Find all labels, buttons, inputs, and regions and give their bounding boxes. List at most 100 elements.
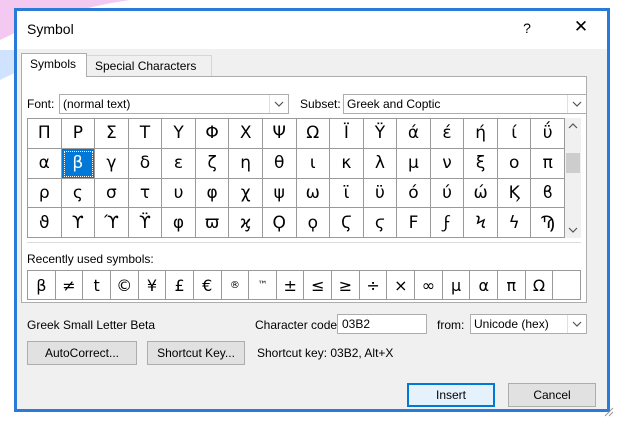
- recent-symbol-cell[interactable]: ≥: [332, 271, 360, 300]
- symbol-cell[interactable]: υ: [162, 178, 196, 209]
- symbol-cell[interactable]: ϗ: [229, 208, 263, 238]
- symbol-cell[interactable]: ϝ: [430, 208, 465, 238]
- symbol-cell[interactable]: ύ: [430, 178, 465, 209]
- scroll-up-icon[interactable]: [565, 118, 581, 134]
- recent-symbol-cell[interactable]: ¥: [138, 271, 167, 300]
- recent-symbol-cell[interactable]: ≠: [55, 271, 84, 300]
- symbol-cell[interactable]: ψ: [262, 178, 297, 209]
- symbol-cell[interactable]: Ϡ: [531, 208, 565, 238]
- symbol-cell[interactable]: Φ: [195, 119, 230, 149]
- symbol-cell[interactable]: ϒ: [61, 208, 96, 238]
- cancel-button[interactable]: Cancel: [508, 383, 596, 407]
- recent-symbol-cell[interactable]: ≤: [304, 271, 333, 300]
- recent-symbol-cell[interactable]: ∞: [415, 271, 443, 300]
- symbol-cell[interactable]: β: [61, 148, 96, 179]
- symbol-cell[interactable]: Ϟ: [464, 208, 498, 238]
- recent-symbol-cell[interactable]: ±: [276, 271, 305, 300]
- recent-symbol-cell[interactable]: ™: [249, 271, 277, 300]
- recent-symbol-cell[interactable]: ®: [221, 271, 250, 300]
- recent-symbol-cell[interactable]: Ω: [525, 271, 554, 300]
- symbol-cell[interactable]: α: [28, 148, 62, 179]
- symbol-cell[interactable]: τ: [128, 178, 163, 209]
- recent-symbol-cell[interactable]: β: [28, 271, 56, 300]
- recent-symbol-cell[interactable]: £: [166, 271, 194, 300]
- scrollbar-thumb[interactable]: [566, 153, 580, 173]
- help-button[interactable]: ?: [519, 20, 535, 36]
- recent-symbol-cell[interactable]: ÷: [359, 271, 388, 300]
- symbol-cell[interactable]: Ψ: [262, 119, 297, 149]
- symbol-cell[interactable]: ο: [497, 148, 532, 179]
- symbol-cell[interactable]: φ: [195, 178, 230, 209]
- symbol-cell[interactable]: Ϗ: [497, 178, 532, 209]
- symbol-cell[interactable]: λ: [363, 148, 398, 179]
- symbol-cell[interactable]: ή: [464, 119, 498, 149]
- symbol-cell[interactable]: ϟ: [497, 208, 532, 238]
- symbol-cell[interactable]: ό: [397, 178, 431, 209]
- tab-symbols[interactable]: Symbols: [21, 53, 87, 77]
- recent-symbol-cell[interactable]: ×: [387, 271, 416, 300]
- tab-special-characters[interactable]: Special Characters: [86, 55, 212, 77]
- symbol-cell[interactable]: Ϝ: [397, 208, 431, 238]
- from-dropdown[interactable]: Unicode (hex): [470, 314, 587, 334]
- symbol-cell[interactable]: ϔ: [128, 208, 163, 238]
- symbol-cell[interactable]: ϖ: [195, 208, 230, 238]
- symbol-cell[interactable]: Ϛ: [330, 208, 364, 238]
- symbol-cell[interactable]: δ: [128, 148, 163, 179]
- symbol-cell[interactable]: θ: [262, 148, 297, 179]
- symbol-cell[interactable]: κ: [330, 148, 364, 179]
- autocorrect-button[interactable]: AutoCorrect...: [27, 341, 137, 365]
- symbol-cell[interactable]: ρ: [28, 178, 62, 209]
- symbol-cell[interactable]: ζ: [195, 148, 230, 179]
- close-button[interactable]: ✕: [571, 17, 591, 37]
- symbol-cell[interactable]: ς: [61, 178, 96, 209]
- symbol-cell[interactable]: χ: [229, 178, 263, 209]
- symbol-cell[interactable]: Ρ: [61, 119, 96, 149]
- symbol-cell[interactable]: Τ: [128, 119, 163, 149]
- symbol-cell[interactable]: Ϊ: [330, 119, 364, 149]
- recent-symbol-cell[interactable]: μ: [442, 271, 471, 300]
- symbol-cell[interactable]: π: [531, 148, 565, 179]
- symbol-cell[interactable]: ϐ: [531, 178, 565, 209]
- symbol-cell[interactable]: ί: [497, 119, 532, 149]
- symbol-cell[interactable]: Ϋ: [363, 119, 398, 149]
- symbol-cell[interactable]: έ: [430, 119, 465, 149]
- recent-symbol-cell[interactable]: t: [83, 271, 111, 300]
- recent-symbol-cell[interactable]: π: [498, 271, 526, 300]
- symbol-cell[interactable]: ά: [397, 119, 431, 149]
- symbol-cell[interactable]: ΰ: [531, 119, 565, 149]
- symbol-cell[interactable]: ϊ: [330, 178, 364, 209]
- resize-grip-icon[interactable]: [604, 407, 614, 417]
- symbol-cell[interactable]: ϙ: [296, 208, 331, 238]
- symbol-cell[interactable]: Ω: [296, 119, 331, 149]
- recent-symbol-cell[interactable]: α: [470, 271, 499, 300]
- symbol-cell[interactable]: Χ: [229, 119, 263, 149]
- symbol-cell[interactable]: ϑ: [28, 208, 62, 238]
- symbol-cell[interactable]: Υ: [162, 119, 196, 149]
- symbol-cell[interactable]: ε: [162, 148, 196, 179]
- subset-dropdown[interactable]: Greek and Coptic: [343, 94, 587, 114]
- font-dropdown[interactable]: (normal text): [59, 94, 289, 114]
- symbol-cell[interactable]: ν: [430, 148, 465, 179]
- symbol-cell[interactable]: σ: [95, 178, 129, 209]
- insert-button[interactable]: Insert: [407, 383, 495, 407]
- recent-symbol-cell[interactable]: ©: [110, 271, 139, 300]
- symbol-cell[interactable]: φ: [162, 208, 196, 238]
- symbol-cell[interactable]: η: [229, 148, 263, 179]
- symbol-cell[interactable]: ω: [296, 178, 331, 209]
- symbol-cell[interactable]: ώ: [464, 178, 498, 209]
- symbol-cell[interactable]: Σ: [95, 119, 129, 149]
- symbol-cell[interactable]: μ: [397, 148, 431, 179]
- symbol-cell[interactable]: Π: [28, 119, 62, 149]
- character-code-input[interactable]: 03B2: [337, 314, 427, 334]
- symbol-grid-scrollbar[interactable]: [565, 118, 581, 238]
- recent-symbol-cell[interactable]: [553, 271, 581, 300]
- symbol-cell[interactable]: ϛ: [363, 208, 398, 238]
- shortcut-key-button[interactable]: Shortcut Key...: [147, 341, 245, 365]
- symbol-cell[interactable]: ξ: [464, 148, 498, 179]
- symbol-cell[interactable]: ϋ: [363, 178, 398, 209]
- symbol-cell[interactable]: Ϙ: [262, 208, 297, 238]
- recent-symbol-cell[interactable]: €: [193, 271, 222, 300]
- scroll-down-icon[interactable]: [565, 222, 581, 238]
- symbol-cell[interactable]: γ: [95, 148, 129, 179]
- symbol-cell[interactable]: ι: [296, 148, 331, 179]
